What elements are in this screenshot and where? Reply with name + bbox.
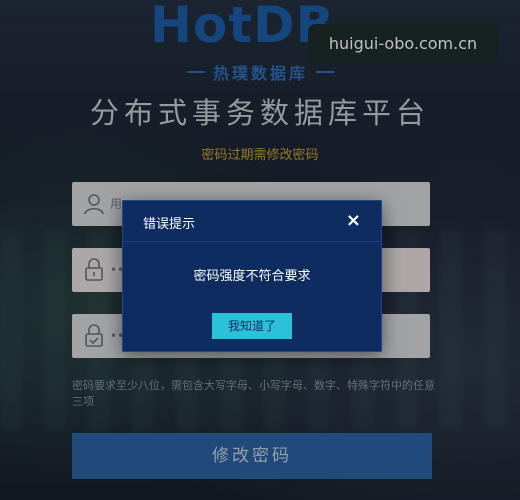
- dialog-message: 密码强度不符合要求: [193, 269, 311, 284]
- dialog-title: 错误提示: [143, 217, 196, 232]
- error-dialog: 错误提示 × 密码强度不符合要求 我知道了: [122, 200, 382, 352]
- dialog-header: 错误提示 ×: [123, 201, 381, 242]
- close-icon[interactable]: ×: [346, 210, 361, 231]
- dialog-confirm-button[interactable]: 我知道了: [212, 313, 292, 339]
